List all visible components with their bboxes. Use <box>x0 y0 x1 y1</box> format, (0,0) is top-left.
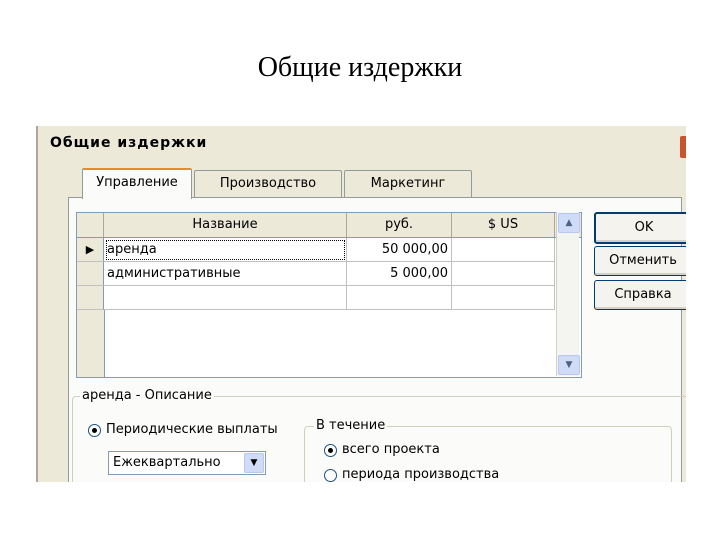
tab-label: Управление <box>96 175 178 190</box>
slide-title: Общие издержки <box>257 52 463 83</box>
tab-label: Маркетинг <box>370 176 446 191</box>
cell-usd[interactable] <box>452 238 555 262</box>
frequency-select[interactable]: Ежеквартально ▼ <box>108 451 266 475</box>
during-group-label: В течение <box>314 418 388 433</box>
table-row[interactable] <box>77 286 581 310</box>
cell-name[interactable]: аренда <box>104 238 347 262</box>
help-button[interactable]: Справка <box>594 280 686 310</box>
row-indicator <box>77 262 104 286</box>
window-title: Общие издержки <box>50 135 208 151</box>
frequency-value: Ежеквартально <box>113 455 221 470</box>
whole-project-radio[interactable] <box>324 444 337 457</box>
cell-usd[interactable] <box>452 286 555 310</box>
tab-label: Производство <box>219 176 317 191</box>
dialog-window: Общие издержки Управление Производство М… <box>36 126 686 482</box>
cell-name[interactable]: административные <box>104 262 347 286</box>
table-scrollbar[interactable]: ▲ ▼ <box>556 212 580 376</box>
close-icon[interactable] <box>680 136 686 158</box>
periodic-payments-label: Периодические выплаты <box>106 422 278 437</box>
table-header: Название руб. $ US <box>77 213 581 238</box>
column-header-name[interactable]: Название <box>104 213 347 237</box>
description-group-label: аренда - Описание <box>80 388 214 403</box>
chevron-up-icon[interactable]: ▲ <box>558 213 580 233</box>
column-header-rub[interactable]: руб. <box>347 213 452 237</box>
cancel-button[interactable]: Отменить <box>594 246 686 276</box>
cell-rub[interactable]: 50 000,00 <box>347 238 452 262</box>
tab-marketing[interactable]: Маркетинг <box>344 170 472 197</box>
tab-management[interactable]: Управление <box>82 168 192 199</box>
costs-table: Название руб. $ US ▶ аренда 50 000,00 ад… <box>76 212 582 378</box>
chevron-down-icon[interactable]: ▼ <box>558 355 580 375</box>
table-row[interactable]: ▶ аренда 50 000,00 <box>77 238 581 262</box>
cell-usd[interactable] <box>452 262 555 286</box>
production-period-radio[interactable] <box>324 469 337 482</box>
triangle-right-icon: ▶ <box>77 238 104 262</box>
cell-name[interactable] <box>104 286 347 310</box>
row-indicator <box>77 286 104 310</box>
indicator-column-fill <box>77 310 105 377</box>
whole-project-label: всего проекта <box>342 442 440 457</box>
chevron-down-icon[interactable]: ▼ <box>244 453 264 473</box>
cell-rub[interactable] <box>347 286 452 310</box>
header-indicator-cell <box>77 213 104 237</box>
periodic-payments-radio[interactable] <box>88 424 101 437</box>
table-row[interactable]: административные 5 000,00 <box>77 262 581 286</box>
cell-rub[interactable]: 5 000,00 <box>347 262 452 286</box>
ok-button[interactable]: OK <box>594 212 686 244</box>
title-bar[interactable]: Общие издержки <box>38 126 686 160</box>
tab-production[interactable]: Производство <box>194 170 342 197</box>
column-header-usd[interactable]: $ US <box>452 213 555 237</box>
production-period-label: периода производства <box>342 467 500 482</box>
